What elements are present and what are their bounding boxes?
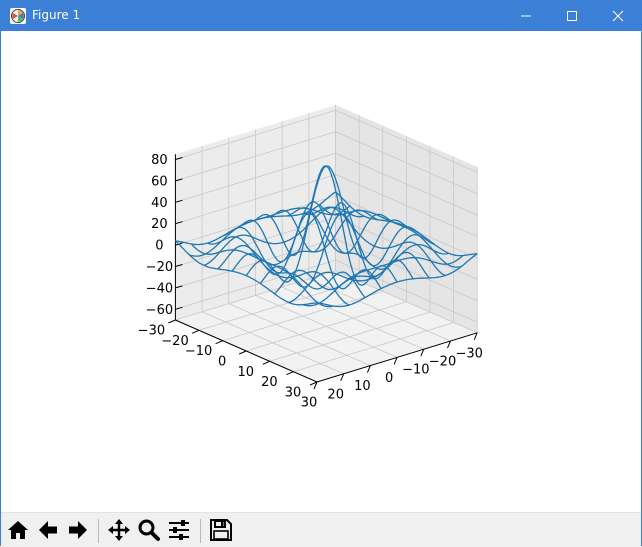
figure-window: Figure 1 −60 −40 −20 0 20 40 60 80 −30 −20 −10 0 10 2… bbox=[0, 0, 642, 547]
minimize-icon bbox=[521, 15, 531, 17]
home-icon bbox=[8, 521, 28, 539]
z-tick-label: 40 bbox=[151, 196, 168, 211]
y-tick-mark bbox=[239, 350, 247, 355]
arrow-left-icon bbox=[39, 521, 57, 539]
close-icon bbox=[612, 10, 624, 22]
zoom-button[interactable] bbox=[135, 516, 163, 544]
z-tick-label: 0 bbox=[155, 239, 163, 254]
navigation-toolbar bbox=[1, 512, 641, 547]
y-tick-label: −10 bbox=[185, 344, 212, 359]
y-tick-label: 0 bbox=[218, 355, 226, 370]
floppy-disk-icon bbox=[210, 519, 232, 541]
x-tick-label: −20 bbox=[429, 355, 456, 370]
y-tick-mark bbox=[262, 360, 270, 365]
wireframe-3d-plot[interactable]: −60−40−20020406080−30−20−100102030−30−20… bbox=[1, 31, 641, 511]
close-button[interactable] bbox=[595, 1, 641, 31]
minimize-button[interactable] bbox=[503, 1, 549, 31]
home-button[interactable] bbox=[4, 516, 32, 544]
arrow-right-icon bbox=[69, 521, 87, 539]
y-tick-label: 20 bbox=[261, 375, 278, 390]
y-tick-mark bbox=[191, 329, 200, 334]
z-tick-label: −60 bbox=[146, 303, 173, 318]
z-tick-label: 20 bbox=[151, 217, 168, 232]
y-tick-label: 30 bbox=[285, 386, 302, 401]
z-tick-label: 60 bbox=[151, 174, 168, 189]
title-bar[interactable]: Figure 1 bbox=[1, 1, 641, 31]
toolbar-separator bbox=[200, 519, 201, 543]
maximize-button[interactable] bbox=[549, 1, 595, 31]
window-title: Figure 1 bbox=[32, 8, 81, 22]
figure-canvas[interactable]: −60 −40 −20 0 20 40 60 80 −30 −20 −10 0 10 20 30 −30 −20… bbox=[1, 31, 641, 511]
configure-subplots-button[interactable] bbox=[165, 516, 193, 544]
toolbar-separator bbox=[98, 519, 99, 543]
maximize-icon bbox=[567, 11, 577, 21]
forward-button[interactable] bbox=[64, 516, 92, 544]
y-tick-mark bbox=[215, 340, 223, 345]
z-tick-label: 80 bbox=[151, 153, 168, 168]
x-tick-label: 10 bbox=[354, 379, 371, 394]
x-tick-label: −10 bbox=[402, 363, 429, 378]
matplotlib-logo-icon bbox=[10, 8, 26, 24]
y-tick-mark bbox=[168, 319, 176, 324]
pan-button[interactable] bbox=[105, 516, 133, 544]
magnifier-icon bbox=[138, 519, 160, 541]
y-tick-mark bbox=[286, 371, 294, 376]
save-button[interactable] bbox=[207, 516, 235, 544]
x-tick-label: 0 bbox=[385, 371, 393, 386]
y-tick-label: 10 bbox=[238, 365, 255, 380]
x-tick-label: 30 bbox=[301, 396, 318, 411]
x-tick-label: 20 bbox=[327, 387, 344, 402]
sliders-icon bbox=[169, 520, 189, 540]
z-tick-label: −20 bbox=[146, 260, 173, 275]
move-icon bbox=[108, 519, 130, 541]
back-button[interactable] bbox=[34, 516, 62, 544]
z-tick-label: −40 bbox=[146, 281, 173, 296]
x-tick-label: −30 bbox=[455, 346, 482, 361]
